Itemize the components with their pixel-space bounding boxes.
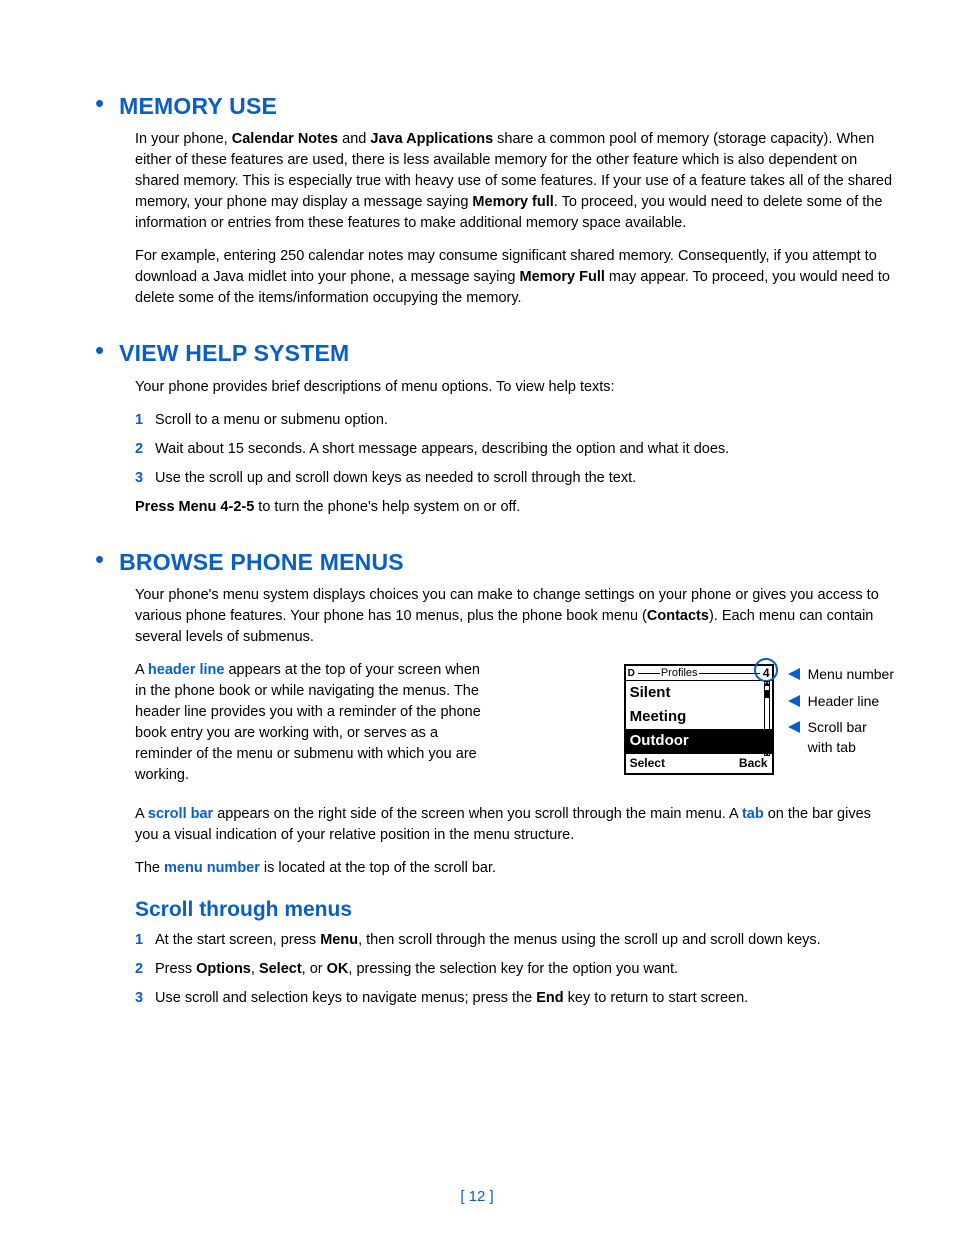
phone-softkeys: Select Back	[626, 753, 772, 773]
bullet-icon: •	[95, 337, 104, 363]
memory-para-1: In your phone, Calendar Notes and Java A…	[135, 129, 894, 234]
arrow-left-icon	[788, 721, 800, 733]
scroll-steps-list: 1 At the start screen, press Menu, then …	[135, 930, 894, 1009]
help-press-menu: Press Menu 4-2-5 to turn the phone's hel…	[135, 497, 894, 518]
softkey-right: Back	[739, 755, 768, 772]
list-item: 3Use the scroll up and scroll down keys …	[135, 468, 894, 489]
manual-page: • MEMORY USE In your phone, Calendar Not…	[0, 0, 954, 1248]
callout-header-line: Header line	[788, 691, 894, 711]
page-content: • MEMORY USE In your phone, Calendar Not…	[95, 90, 894, 1009]
subheading-scroll-through: Scroll through menus	[135, 895, 894, 925]
arrow-left-icon	[788, 695, 800, 707]
memory-para-2: For example, entering 250 calendar notes…	[135, 246, 894, 309]
list-item: 2Wait about 15 seconds. A short message …	[135, 439, 894, 460]
callout-menu-number: Menu number	[788, 664, 894, 684]
page-number: [ 12 ]	[0, 1186, 954, 1208]
phone-header-line: D Profiles 4	[626, 666, 772, 681]
browse-menunum-para: The menu number is located at the top of…	[135, 858, 894, 879]
list-item: 3 Use scroll and selection keys to navig…	[135, 988, 894, 1009]
heading-browse-menus: BROWSE PHONE MENUS	[119, 546, 404, 579]
help-steps-list: 1Scroll to a menu or submenu option. 2Wa…	[135, 410, 894, 489]
browse-header-line-para: A header line appears at the top of your…	[135, 660, 495, 786]
phone-menu-item: Silent	[626, 681, 772, 705]
arrow-left-icon	[788, 668, 800, 680]
help-intro: Your phone provides brief descriptions o…	[135, 377, 894, 398]
section-heading-help: • VIEW HELP SYSTEM	[95, 337, 894, 370]
arrow-up-icon	[764, 681, 770, 686]
phone-scrollbar	[764, 681, 770, 756]
heading-memory-use: MEMORY USE	[119, 90, 277, 123]
circle-annotation-icon	[754, 658, 778, 682]
phone-screen: D Profiles 4 Silent Meeting Outdoor Sele…	[624, 664, 774, 775]
scrollbar-tab	[765, 690, 769, 698]
bullet-icon: •	[95, 90, 104, 116]
phone-menu-item-selected: Outdoor	[626, 729, 772, 753]
softkey-left: Select	[630, 755, 665, 772]
list-item: 1Scroll to a menu or submenu option.	[135, 410, 894, 431]
list-item: 1 At the start screen, press Menu, then …	[135, 930, 894, 951]
browse-scrollbar-para: A scroll bar appears on the right side o…	[135, 804, 894, 846]
section-heading-browse: • BROWSE PHONE MENUS	[95, 546, 894, 579]
heading-view-help: VIEW HELP SYSTEM	[119, 337, 349, 370]
phone-menu-item: Meeting	[626, 705, 772, 729]
list-item: 2 Press Options, Select, or OK, pressing…	[135, 959, 894, 980]
arrow-down-icon	[764, 751, 770, 756]
callout-scroll-bar: Scroll bar with tab	[788, 717, 894, 758]
figure-callouts: Menu number Header line Scroll bar with …	[788, 664, 894, 763]
phone-screen-figure: D Profiles 4 Silent Meeting Outdoor Sele…	[624, 664, 894, 775]
bullet-icon: •	[95, 546, 104, 572]
section-heading-memory: • MEMORY USE	[95, 90, 894, 123]
browse-intro: Your phone's menu system displays choice…	[135, 585, 894, 648]
